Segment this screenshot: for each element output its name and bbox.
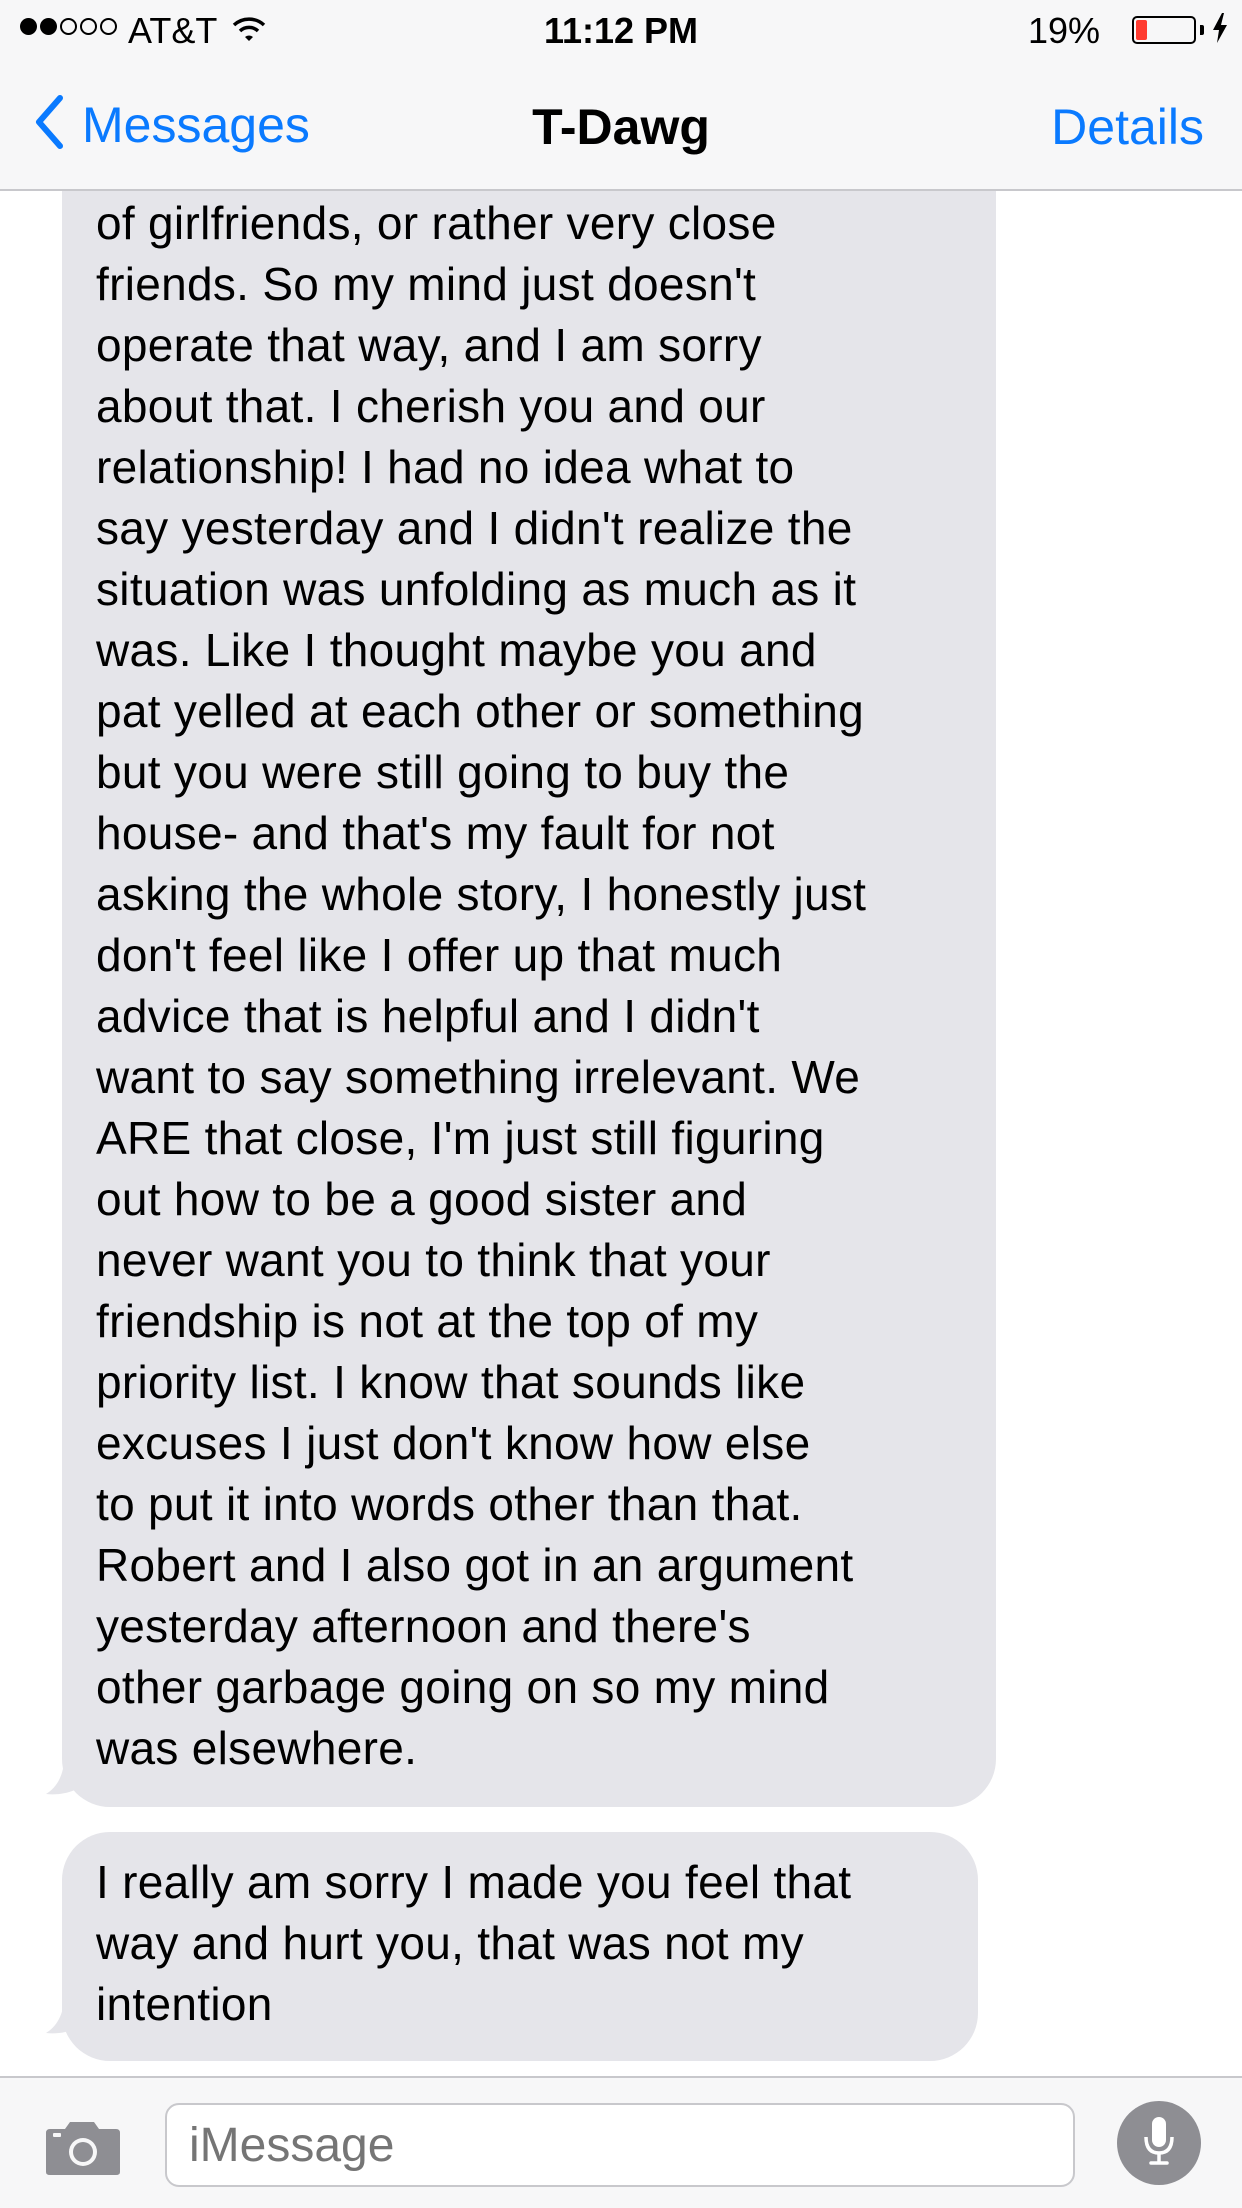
message-thread[interactable]: of girlfriends, or rather very close fri… — [0, 191, 1242, 2076]
incoming-message-bubble: of girlfriends, or rather very close fri… — [62, 191, 996, 1807]
details-button[interactable]: Details — [1051, 98, 1204, 156]
imessage-input[interactable] — [165, 2103, 1075, 2187]
battery-icon — [1132, 16, 1196, 44]
navigation-bar: Messages T-Dawg Details — [0, 60, 1242, 191]
bubble-tail — [46, 1997, 94, 2034]
battery-percentage: 19% — [1027, 10, 1100, 51]
charging-bolt-icon — [1212, 13, 1228, 48]
microphone-button[interactable] — [1117, 2101, 1201, 2185]
battery-tip — [1200, 25, 1204, 35]
battery-level — [1136, 20, 1147, 40]
incoming-message-bubble: I really am sorry I made you feel that w… — [62, 1832, 978, 2061]
compose-bar — [0, 2076, 1242, 2208]
bubble-tail — [46, 1758, 94, 1795]
camera-icon[interactable] — [44, 2118, 122, 2181]
microphone-icon — [1142, 2115, 1176, 2172]
status-bar: AT&T 11:12 PM 19% — [0, 0, 1242, 60]
